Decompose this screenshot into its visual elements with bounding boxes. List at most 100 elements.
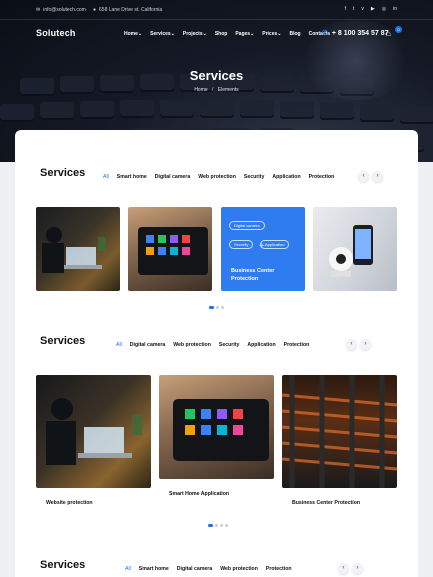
chevron-right-icon[interactable]: › <box>352 563 363 574</box>
filter-security[interactable]: Security <box>219 342 239 348</box>
service-image-laptop-desk[interactable] <box>36 207 120 291</box>
chevron-left-icon[interactable]: ‹ <box>338 563 349 574</box>
nav-item-blog[interactable]: Blog <box>289 31 300 37</box>
linkedin-icon[interactable]: in <box>393 6 397 12</box>
filter-protection[interactable]: Protection <box>309 174 335 180</box>
filter-smart-home[interactable]: Smart home <box>139 566 169 572</box>
nav-label: Home <box>124 31 138 37</box>
carousel-arrows: ‹ › <box>346 339 371 350</box>
social-links: f t v ▶ ◎ in <box>345 6 397 12</box>
chevron-left-icon[interactable]: ‹ <box>358 171 369 182</box>
filter-digital-camera[interactable]: Digital camera <box>177 566 212 572</box>
filter-digital-camera[interactable]: Digital camera <box>155 174 190 180</box>
cart-button[interactable]: ⌂ 0 <box>386 26 402 39</box>
project-image-business-center[interactable] <box>282 375 397 488</box>
filter-all[interactable]: All <box>116 342 122 348</box>
content-card: Services All Smart home Digital camera W… <box>15 130 418 577</box>
chevron-down-icon: ⌄ <box>277 31 282 37</box>
section-title: Services <box>40 559 86 571</box>
filter-smart-home[interactable]: Smart home <box>117 174 147 180</box>
carousel-pagination <box>208 524 228 527</box>
vimeo-icon[interactable]: v <box>361 6 364 12</box>
filter-web-protection[interactable]: Web protection <box>173 342 211 348</box>
filter-protection[interactable]: Protection <box>284 342 310 348</box>
card-title-line: Business Center <box>231 268 275 274</box>
youtube-icon[interactable]: ▶ <box>371 6 375 12</box>
nav-label: Projects <box>182 31 203 37</box>
tag-security[interactable]: Security <box>229 240 254 249</box>
card-title: Business Center Protection <box>231 267 274 283</box>
nav-item-home[interactable]: Home⌄ <box>124 31 142 37</box>
breadcrumb-separator: / <box>212 87 214 93</box>
pagination-dot[interactable] <box>225 524 228 527</box>
tablet-illustration <box>138 227 208 275</box>
breadcrumb-home[interactable]: Home <box>194 87 207 93</box>
nav-item-projects[interactable]: Projects⌄ <box>183 31 207 37</box>
email-text: info@solutech.com <box>43 7 86 13</box>
filter-all[interactable]: All <box>125 566 131 572</box>
github-icon[interactable]: ◎ <box>382 6 386 12</box>
breadcrumb-current: Elements <box>217 87 239 93</box>
nav-item-prices[interactable]: Prices⌄ <box>262 31 281 37</box>
chevron-right-icon[interactable]: › <box>372 171 383 182</box>
phone-contact[interactable]: ✆ + 8 100 354 57 87 <box>322 29 389 38</box>
project-caption[interactable]: Smart Home Application <box>169 491 229 497</box>
pagination-dot[interactable] <box>220 524 223 527</box>
carousel-arrows: ‹ › <box>358 171 383 182</box>
chevron-down-icon: ⌄ <box>202 31 207 37</box>
cart-count-badge: 0 <box>395 26 402 33</box>
filter-application[interactable]: Application <box>247 342 275 348</box>
filter-web-protection[interactable]: Web protection <box>198 174 236 180</box>
phone-number: + 8 100 354 57 87 <box>331 29 389 37</box>
site-logo[interactable]: Solutech <box>36 28 76 38</box>
filter-all[interactable]: All <box>103 174 109 180</box>
chevron-down-icon: ⌄ <box>137 31 143 37</box>
project-image-smart-home[interactable] <box>159 375 274 479</box>
cart-icon: ⌂ <box>386 29 391 38</box>
nav-item-shop[interactable]: Shop <box>215 31 228 37</box>
nav-label: Services <box>150 31 171 37</box>
project-caption[interactable]: Business Center Protection <box>292 500 360 506</box>
pagination-dot[interactable] <box>208 524 213 527</box>
chevron-left-icon[interactable]: ‹ <box>346 339 357 350</box>
twitter-icon[interactable]: t <box>353 6 354 12</box>
nav-item-pages[interactable]: Pages⌄ <box>235 31 254 37</box>
pagination-dot[interactable] <box>215 524 218 527</box>
section-title: Services <box>40 167 86 179</box>
filter-digital-camera[interactable]: Digital camera <box>130 342 165 348</box>
filter-web-protection[interactable]: Web protection <box>220 566 258 572</box>
top-bar: ✉ info@solutech.com ● 658 Lane Drive st.… <box>0 0 433 20</box>
project-image-website-protection[interactable] <box>36 375 151 488</box>
section-title: Services <box>40 335 86 347</box>
chevron-right-icon[interactable]: › <box>360 339 371 350</box>
filter-security[interactable]: Security <box>244 174 264 180</box>
filter-protection[interactable]: Protection <box>266 566 292 572</box>
service-card-business-center[interactable]: Digital camera Security Application + Bu… <box>221 207 305 291</box>
carousel-arrows: ‹ › <box>338 563 363 574</box>
nav-label: Prices <box>262 31 278 37</box>
tablet-illustration <box>173 399 269 461</box>
tag-digital-camera[interactable]: Digital camera <box>229 221 265 230</box>
filter-tabs: All Smart home Digital camera Web protec… <box>125 566 292 572</box>
filter-application[interactable]: Application <box>272 174 300 180</box>
mail-icon: ✉ <box>36 7 41 13</box>
laptop-desk-illustration <box>42 227 106 273</box>
pagination-dot[interactable] <box>216 306 219 309</box>
pagination-dot[interactable] <box>209 306 214 309</box>
address-contact: ● 658 Lane Drive st. California <box>93 7 162 13</box>
email-contact[interactable]: ✉ info@solutech.com <box>36 7 86 13</box>
page-title: Services <box>189 68 244 83</box>
service-image-camera[interactable] <box>313 207 397 291</box>
filter-tabs: All Smart home Digital camera Web protec… <box>103 174 334 180</box>
chevron-down-icon: ⌄ <box>170 31 175 37</box>
service-image-tablet[interactable] <box>128 207 212 291</box>
facebook-icon[interactable]: f <box>345 6 346 12</box>
map-pin-icon: ● <box>93 7 97 13</box>
nav-menu: Home⌄ Services⌄ Projects⌄ Shop Pages⌄ Pr… <box>124 31 330 37</box>
breadcrumb: Home / Elements <box>0 87 433 93</box>
camera-phone-illustration <box>329 225 373 277</box>
network-cables-illustration <box>282 375 397 488</box>
nav-item-services[interactable]: Services⌄ <box>150 31 175 37</box>
pagination-dot[interactable] <box>221 306 224 309</box>
project-caption[interactable]: Website protection <box>46 500 93 506</box>
